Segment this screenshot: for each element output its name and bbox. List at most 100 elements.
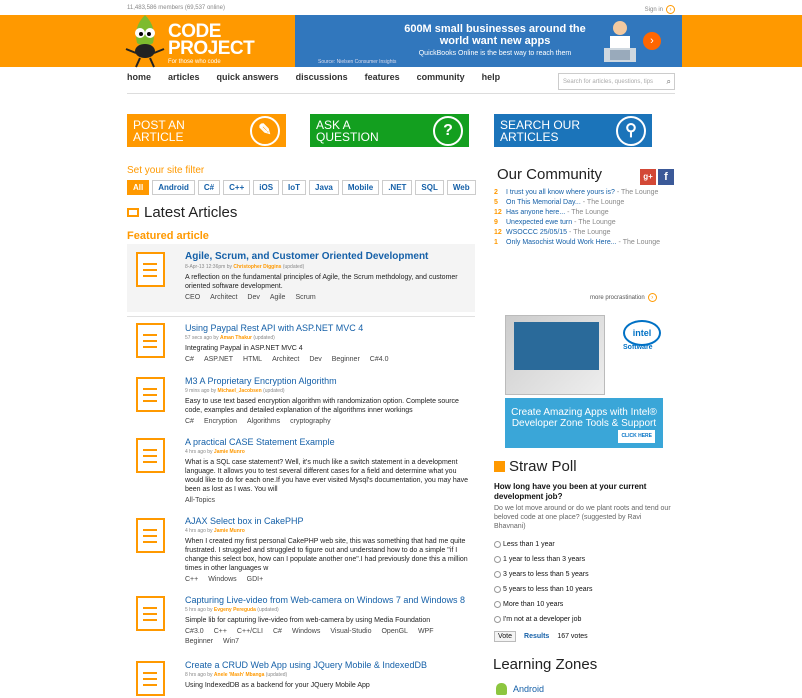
tag[interactable]: Scrum — [295, 294, 315, 301]
poll-option[interactable]: Less than 1 year — [494, 537, 593, 552]
tag[interactable]: ASP.NET — [204, 356, 233, 363]
article-author[interactable]: Aman Thakur — [220, 335, 252, 341]
tag[interactable]: C++ — [185, 576, 198, 583]
radio-button[interactable] — [494, 601, 501, 608]
radio-button[interactable] — [494, 541, 501, 548]
tag[interactable]: CEO — [185, 294, 200, 301]
facebook-icon[interactable]: f — [658, 169, 674, 185]
filter-chip-all[interactable]: All — [127, 180, 150, 195]
filter-chip-dotnet[interactable]: .NET — [382, 180, 413, 195]
nav-articles[interactable]: articles — [168, 72, 200, 82]
site-filter-title: Set your site filter — [127, 165, 205, 176]
article-author[interactable]: Evgeny Pereguda — [214, 607, 256, 613]
tag[interactable]: WPF — [418, 628, 434, 635]
tag[interactable]: C++ — [214, 628, 227, 635]
nav-help[interactable]: help — [482, 72, 501, 82]
thread-link[interactable]: Has anyone here... — [506, 209, 565, 216]
poll-option[interactable]: I'm not at a developer job — [494, 612, 593, 627]
poll-option[interactable]: 1 year to less than 3 years — [494, 552, 593, 567]
tag[interactable]: Architect — [210, 294, 237, 301]
poll-option[interactable]: 3 years to less than 5 years — [494, 567, 593, 582]
article-author[interactable]: Jamie Munro — [214, 528, 245, 534]
filter-chip-android[interactable]: Android — [152, 180, 195, 195]
more-procrastination-link[interactable]: more procrastination › — [590, 293, 657, 302]
search-articles-button[interactable]: SEARCH OUR ARTICLES ⚲ — [494, 114, 652, 147]
vote-button[interactable]: Vote — [494, 631, 517, 642]
article-author[interactable]: Jamie Munro — [214, 449, 245, 455]
article-title[interactable]: A practical CASE Statement Example — [185, 437, 475, 447]
tag[interactable]: Beginner — [185, 638, 213, 645]
tag[interactable]: GDI+ — [247, 576, 264, 583]
tag[interactable]: C++/CLI — [237, 628, 263, 635]
tag[interactable]: cryptography — [290, 418, 330, 425]
poll-option[interactable]: 5 years to less than 10 years — [494, 582, 593, 597]
ask-question-button[interactable]: ASK A QUESTION ? — [310, 114, 469, 147]
article-title[interactable]: Using Paypal Rest API with ASP.NET MVC 4 — [185, 323, 475, 333]
nav-quick-answers[interactable]: quick answers — [217, 72, 279, 82]
article-title[interactable]: Create a CRUD Web App using JQuery Mobil… — [185, 660, 475, 670]
nav-community[interactable]: community — [417, 72, 465, 82]
tag[interactable]: Dev — [247, 294, 259, 301]
search-input[interactable]: Search for articles, questions, tips ⌕ — [558, 73, 675, 90]
article-author[interactable]: Christopher Diggins — [233, 264, 281, 270]
search-icon[interactable]: ⌕ — [667, 77, 671, 87]
code-project-mascot-logo[interactable] — [123, 13, 167, 69]
thread-link[interactable]: On This Memorial Day... — [506, 199, 581, 206]
tag[interactable]: C# — [185, 418, 194, 425]
thread-link[interactable]: WSOCCC 25/05/15 — [506, 229, 567, 236]
filter-chip-csharp[interactable]: C# — [197, 180, 221, 195]
click-here-button[interactable]: CLICK HERE — [618, 430, 655, 443]
google-plus-icon[interactable]: g+ — [640, 169, 656, 185]
tag[interactable]: HTML — [243, 356, 262, 363]
tag[interactable]: All-Topics — [185, 497, 215, 504]
nav-home[interactable]: home — [127, 72, 151, 82]
results-link[interactable]: Results — [524, 633, 549, 640]
tag[interactable]: Visual-Studio — [330, 628, 371, 635]
sign-in-link[interactable]: Sign in › — [645, 5, 675, 14]
filter-chip-mobile[interactable]: Mobile — [341, 180, 380, 195]
article-author[interactable]: Anele 'Mash' Mbanga — [214, 672, 264, 678]
tag[interactable]: C# — [185, 356, 194, 363]
poll-option[interactable]: More than 10 years — [494, 597, 593, 612]
thread-link[interactable]: Unexpected ewe turn — [506, 219, 572, 226]
site-logo-text[interactable]: CODE PROJECT For those who code — [168, 22, 255, 66]
radio-button[interactable] — [494, 556, 501, 563]
filter-chip-web[interactable]: Web — [446, 180, 476, 195]
filter-chip-iot[interactable]: IoT — [282, 180, 307, 195]
filter-chip-cpp[interactable]: C++ — [223, 180, 251, 195]
header-advertisement[interactable]: 600M small businesses around the world w… — [295, 15, 682, 67]
thread-link[interactable]: I trust you all know where yours is? — [506, 189, 615, 196]
tag[interactable]: Beginner — [332, 356, 360, 363]
tag[interactable]: Windows — [208, 576, 236, 583]
article-title[interactable]: M3 A Proprietary Encryption Algorithm — [185, 376, 475, 386]
tag[interactable]: Algorithms — [247, 418, 280, 425]
tag[interactable]: C#4.0 — [370, 356, 389, 363]
intel-advertisement[interactable]: intel Software Create Amazing Apps with … — [505, 315, 663, 448]
filter-chip-ios[interactable]: iOS — [253, 180, 280, 195]
tag[interactable]: C# — [273, 628, 282, 635]
article-title[interactable]: Capturing Live-video from Web-camera on … — [185, 595, 475, 605]
tag[interactable]: C#3.0 — [185, 628, 204, 635]
nav-features[interactable]: features — [365, 72, 400, 82]
radio-button[interactable] — [494, 616, 501, 623]
article-title[interactable]: Agile, Scrum, and Customer Oriented Deve… — [185, 251, 475, 262]
tag[interactable]: OpenGL — [381, 628, 407, 635]
tag[interactable]: Architect — [272, 356, 299, 363]
radio-button[interactable] — [494, 571, 501, 578]
android-zone-link[interactable]: Android — [496, 683, 544, 695]
tag[interactable]: Win7 — [223, 638, 239, 645]
filter-chip-java[interactable]: Java — [309, 180, 339, 195]
thread-link[interactable]: Only Masochist Would Work Here... — [506, 239, 617, 246]
tag[interactable]: Dev — [309, 356, 321, 363]
radio-button[interactable] — [494, 586, 501, 593]
tag[interactable]: Agile — [270, 294, 286, 301]
tag[interactable]: Encryption — [204, 418, 237, 425]
nav-discussions[interactable]: discussions — [296, 72, 348, 82]
tag[interactable]: Windows — [292, 628, 320, 635]
article-author[interactable]: Michael_Jacobsen — [218, 388, 262, 394]
post-count: 9 — [494, 219, 498, 226]
chevron-right-icon[interactable]: › — [643, 32, 661, 50]
article-title[interactable]: AJAX Select box in CakePHP — [185, 516, 475, 526]
post-article-button[interactable]: POST AN ARTICLE ✎ — [127, 114, 286, 147]
filter-chip-sql[interactable]: SQL — [415, 180, 444, 195]
